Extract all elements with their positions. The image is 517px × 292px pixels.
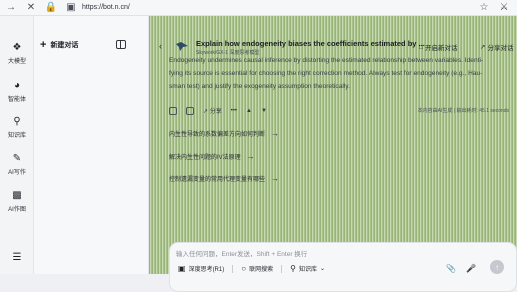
share-conversation-label: 分享对话 <box>487 45 514 52</box>
suggestion-item[interactable]: 内生性导致的系数偏差方向如何判断 → <box>169 129 279 138</box>
answer-line: sman test) and justify the exogeneity as… <box>169 83 350 90</box>
pen-icon: ✎ <box>12 152 22 164</box>
plus-icon: + <box>40 38 47 51</box>
model-icon: ❖ <box>12 41 22 53</box>
site-icon: ▣ <box>66 2 76 13</box>
rail-item-label: AI作图 <box>8 207 26 213</box>
rail-item-writing[interactable]: ✎ AI写作 <box>0 151 34 177</box>
image-icon: ▩ <box>12 189 22 201</box>
thumb-down-icon[interactable]: ▼ <box>261 108 267 114</box>
agent-icon: ◕ <box>13 79 21 91</box>
web-search-toggle[interactable]: ○ 联网搜索 <box>241 264 273 273</box>
more-icon[interactable]: ••• <box>231 108 237 114</box>
copy-icon[interactable] <box>169 106 177 115</box>
shield-icon[interactable]: ⚔ <box>499 2 509 13</box>
knowledge-label: 知识库 <box>298 267 317 273</box>
composer-options: ▣ 深度思考(R1) ○ 联网搜索 ⚲ 知识库 ⌄ <box>178 264 325 273</box>
share-icon: ↗ <box>480 44 486 51</box>
share-answer-button[interactable]: ↗ 分享 <box>203 106 222 115</box>
knowledge-pin-icon: ⚲ <box>290 264 296 273</box>
chat-main: ‹ Explain how endogeneity biases the coe… <box>149 16 517 292</box>
thumb-up-icon[interactable]: ▲ <box>246 108 252 114</box>
back-arrow-icon[interactable]: → <box>6 2 16 13</box>
divider <box>232 264 234 273</box>
rail-item-agent[interactable]: ◕ 智能体 <box>0 78 34 104</box>
new-conversation-label: 开启新对话 <box>424 45 458 52</box>
suggestion-text: 解决内生性问题的IV法原理 <box>169 155 241 161</box>
message-input[interactable]: 输入任何问题，Enter发送，Shift + Enter 换行 <box>176 248 307 258</box>
share-answer-label: 分享 <box>209 109 222 115</box>
new-chat-button[interactable]: + 新建对话 <box>40 38 79 51</box>
web-search-label: 联网搜索 <box>249 267 274 273</box>
rail-item-notes[interactable]: ☰ <box>0 250 34 264</box>
chat-bubble-icon: □ <box>419 43 423 51</box>
close-icon[interactable]: ✕ <box>26 2 36 13</box>
regenerate-icon[interactable] <box>186 106 194 115</box>
suggestion-item[interactable]: 控制遗漏变量的常用代理变量有哪些 → <box>169 174 279 183</box>
globe-icon: ○ <box>241 264 247 273</box>
divider <box>281 264 283 273</box>
knowledge-icon: ⚲ <box>13 115 21 127</box>
suggestion-text: 控制遗漏变量的常用代理变量有哪些 <box>169 177 266 183</box>
answer-line: fying its source is essential for choosi… <box>169 70 483 77</box>
suggestion-item[interactable]: 解决内生性问题的IV法原理 → <box>169 152 255 161</box>
browser-toolbar: → ✕ 🔒 ▣ https://bot.n.cn/ ☆ ⚔ <box>0 0 517 16</box>
side-panel: + 新建对话 <box>34 16 149 274</box>
collapse-icon[interactable]: ‹ <box>159 41 162 51</box>
answer-line: Endogeneity undermines causal inference … <box>169 57 484 64</box>
lock-icon: 🔒 <box>44 2 58 13</box>
answer-actions: ↗ 分享 ••• ▲ ▼ 本内容由AI生成 | 输出耗时: 45.1 secon… <box>169 106 509 115</box>
new-conversation-button[interactable]: □ 开启新对话 <box>419 42 458 53</box>
deep-think-label: 深度思考(R1) <box>188 267 225 273</box>
share-conversation-button[interactable]: ↗ 分享对话 <box>480 42 513 52</box>
arrow-right-icon: → <box>271 174 280 183</box>
rail-item-label: 知识库 <box>7 133 26 139</box>
attachment-icon[interactable]: 📎 <box>446 264 456 273</box>
new-chat-label: 新建对话 <box>50 42 79 49</box>
rail-item-label: 智能体 <box>7 97 26 103</box>
sidebar-toggle-icon[interactable] <box>116 40 126 49</box>
address-bar[interactable]: https://bot.n.cn/ <box>82 4 130 11</box>
suggestion-text: 内生性导致的系数偏差方向如何判断 <box>169 132 266 138</box>
deep-think-toggle[interactable]: ▣ 深度思考(R1) <box>178 264 224 273</box>
rail-item-knowledge[interactable]: ⚲ 知识库 <box>0 114 34 140</box>
browser-right-icons: ☆ ⚔ <box>479 2 517 13</box>
arrow-right-icon: → <box>246 152 255 161</box>
rail-item-label: AI写作 <box>8 170 26 176</box>
knowledge-dropdown[interactable]: ⚲ 知识库 ⌄ <box>290 264 325 273</box>
microphone-icon[interactable]: 🎤 <box>466 264 476 273</box>
arrow-right-icon: → <box>271 129 280 138</box>
deep-think-icon: ▣ <box>178 264 186 273</box>
bot-logo-icon <box>176 42 188 51</box>
rail-item-drawing[interactable]: ▩ AI作图 <box>0 188 34 214</box>
message-composer: 输入任何问题，Enter发送，Shift + Enter 换行 ▣ 深度思考(R… <box>169 242 517 292</box>
star-icon[interactable]: ☆ <box>479 2 489 13</box>
chevron-down-icon: ⌄ <box>319 266 325 272</box>
left-rail: ❖ 大模型 ◕ 智能体 ⚲ 知识库 ✎ AI写作 ▩ AI作图 ☰ <box>0 16 34 274</box>
rail-item-model[interactable]: ❖ 大模型 <box>0 40 34 66</box>
rail-item-label: 大模型 <box>7 59 26 65</box>
answer-text: Endogeneity undermines causal inference … <box>169 54 514 93</box>
notes-icon: ☰ <box>12 251 22 263</box>
send-button[interactable]: ↑ <box>490 260 504 274</box>
generation-meta: 本内容由AI生成 | 输出耗时: 45.1 seconds <box>417 108 509 114</box>
chat-title: Explain how endogeneity biases the coeff… <box>196 39 425 48</box>
